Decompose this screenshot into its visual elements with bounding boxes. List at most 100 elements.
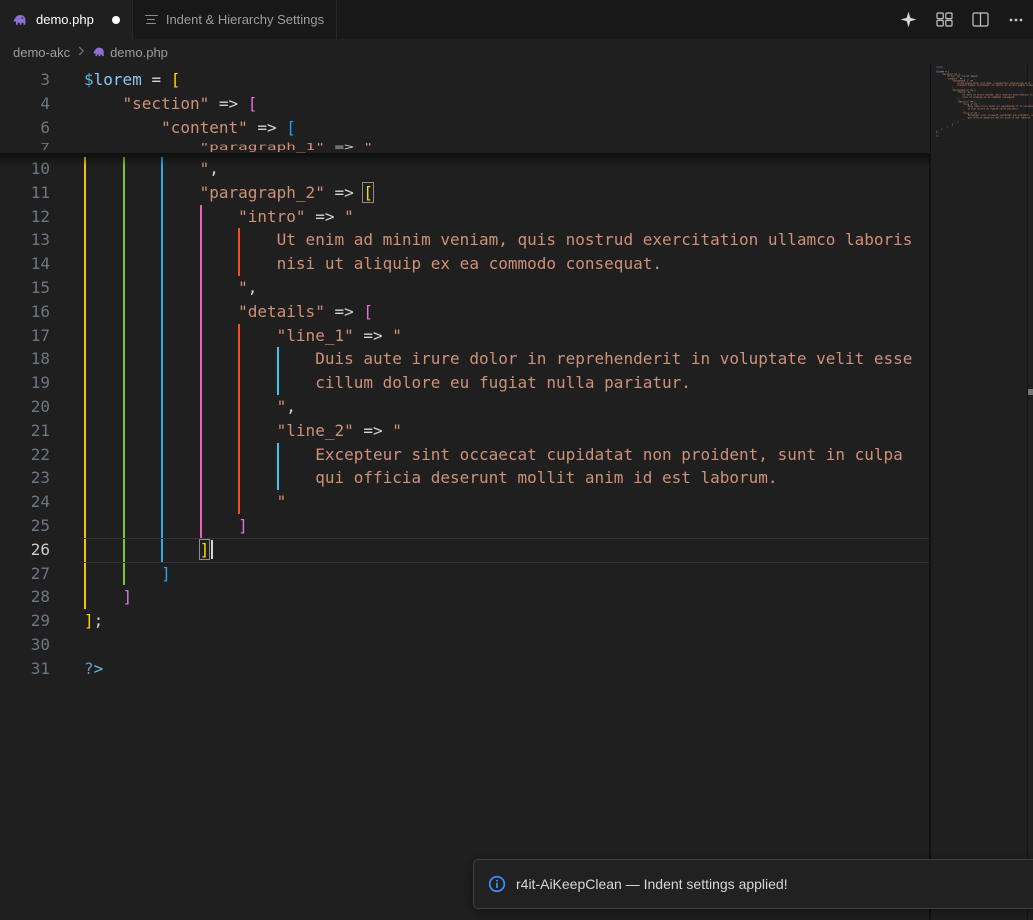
php-elephant-icon (12, 12, 28, 28)
line-number: 31 (0, 657, 50, 681)
token: ] (161, 564, 171, 583)
token: " (392, 326, 402, 345)
more-actions-icon[interactable] (1005, 9, 1027, 31)
token: "intro" (238, 207, 305, 226)
token: "paragraph_1" (200, 141, 325, 152)
token: => (354, 421, 393, 440)
code-line-6[interactable]: 6 "content" => [ (0, 116, 930, 140)
token: lorem (94, 70, 142, 89)
line-text: Excepteur sint occaecat cupidatat non pr… (84, 443, 903, 467)
token: => (325, 141, 364, 152)
code-line-17[interactable]: 17 "line_1" => " (0, 324, 1033, 348)
line-number: 24 (0, 490, 50, 514)
tab-label: demo.php (36, 12, 94, 27)
code-line-31[interactable]: 31?> (0, 657, 1033, 681)
line-number: 29 (0, 609, 50, 633)
php-elephant-icon (92, 45, 106, 59)
code-line-18[interactable]: 18 Duis aute irure dolor in reprehenderi… (0, 347, 1033, 371)
line-text: Ut enim ad minim veniam, quis nostrud ex… (84, 228, 912, 252)
code-line-22[interactable]: 22 Excepteur sint occaecat cupidatat non… (0, 443, 1033, 467)
code-line-19[interactable]: 19 cillum dolore eu fugiat nulla pariatu… (0, 371, 1033, 395)
code-line-4[interactable]: 4 "section" => [ (0, 92, 930, 116)
code-line-26[interactable]: 26 ] (0, 538, 1033, 562)
notification-toast[interactable]: r4it-AiKeepClean — Indent settings appli… (473, 859, 1033, 909)
token: ; (94, 611, 104, 630)
line-text: cillum dolore eu fugiat nulla pariatur. (84, 371, 691, 395)
token: ] (200, 540, 210, 559)
token: "section" (123, 94, 210, 113)
line-number: 18 (0, 347, 50, 371)
sticky-scroll[interactable]: 3$lorem = [4 "section" => [6 "content" =… (0, 65, 930, 155)
token: " (277, 397, 287, 416)
token: " (238, 278, 248, 297)
editor-minimap-divider (929, 65, 931, 920)
line-text: "section" => [ (84, 92, 257, 116)
modified-indicator-dot[interactable] (112, 16, 120, 24)
code-line-30[interactable]: 30 (0, 633, 1033, 657)
code-line-11[interactable]: 11 "paragraph_2" => [ (0, 181, 1033, 205)
code-line-29[interactable]: 29]; (0, 609, 1033, 633)
token: => (354, 326, 393, 345)
minimap[interactable]: <?php $lorem = [ "section" => [ "title" … (936, 66, 1033, 226)
line-number: 23 (0, 466, 50, 490)
line-number: 25 (0, 514, 50, 538)
code-line-12[interactable]: 12 "intro" => " (0, 205, 1033, 229)
token: => (248, 118, 287, 137)
token: => (325, 183, 364, 202)
overview-ruler-marker (1028, 389, 1033, 395)
info-icon (488, 875, 506, 893)
token: [ (171, 70, 181, 89)
token: => (306, 207, 345, 226)
editor-layout-icon[interactable] (933, 9, 955, 31)
code-line-15[interactable]: 15 ", (0, 276, 1033, 300)
code-line-23[interactable]: 23 qui officia deserunt mollit anim id e… (0, 466, 1033, 490)
line-number: 16 (0, 300, 50, 324)
breadcrumb-folder[interactable]: demo-akc (13, 45, 70, 60)
token: > (94, 659, 104, 678)
code-line-20[interactable]: 20 ", (0, 395, 1033, 419)
current-line-border-bottom (84, 562, 929, 563)
line-number: 20 (0, 395, 50, 419)
tab-label: Indent & Hierarchy Settings (166, 12, 324, 27)
sticky-scroll-shadow (0, 153, 930, 166)
line-text: "line_1" => " (84, 324, 402, 348)
tab-indent-hierarchy-settings[interactable]: Indent & Hierarchy Settings (133, 0, 337, 39)
line-text: "content" => [ (84, 116, 296, 140)
code-line-25[interactable]: 25 ] (0, 514, 1033, 538)
tab-demo-php[interactable]: demo.php (0, 0, 133, 39)
split-editor-icon[interactable] (969, 9, 991, 31)
line-text: "details" => [ (84, 300, 373, 324)
code-line-13[interactable]: 13 Ut enim ad minim veniam, quis nostrud… (0, 228, 1033, 252)
code-line-14[interactable]: 14 nisi ut aliquip ex ea commodo consequ… (0, 252, 1033, 276)
breadcrumb-file[interactable]: demo.php (110, 45, 168, 60)
copilot-sparkle-icon[interactable] (897, 9, 919, 31)
token: ? (84, 659, 94, 678)
line-number: 28 (0, 585, 50, 609)
line-text: "line_2" => " (84, 419, 402, 443)
line-text: ", (84, 276, 257, 300)
token: "details" (238, 302, 325, 321)
code-editor[interactable]: 10 ",11 "paragraph_2" => [12 "intro" => … (0, 65, 1033, 920)
line-number: 19 (0, 371, 50, 395)
token: [ (363, 302, 373, 321)
line-number: 3 (0, 68, 50, 92)
code-line-28[interactable]: 28 ] (0, 585, 1033, 609)
token: nisi ut aliquip ex ea commodo consequat. (277, 254, 662, 273)
token: => (325, 302, 364, 321)
vscode-window: { "window": { "tabs": [ { "label": "demo… (0, 0, 1033, 920)
code-line-27[interactable]: 27 ] (0, 562, 1033, 586)
token: ] (123, 587, 133, 606)
token: Ut enim ad minim veniam, quis nostrud ex… (277, 230, 913, 249)
line-text: Duis aute irure dolor in reprehenderit i… (84, 347, 912, 371)
indent-lines-icon (145, 15, 158, 25)
token: , (248, 278, 258, 297)
code-line-21[interactable]: 21 "line_2" => " (0, 419, 1033, 443)
token: " (363, 141, 373, 152)
line-number: 22 (0, 443, 50, 467)
token: " (392, 421, 402, 440)
code-line-24[interactable]: 24 " (0, 490, 1033, 514)
code-line-3[interactable]: 3$lorem = [ (0, 68, 930, 92)
token: [ (363, 183, 373, 202)
code-line-16[interactable]: 16 "details" => [ (0, 300, 1033, 324)
line-number: 13 (0, 228, 50, 252)
